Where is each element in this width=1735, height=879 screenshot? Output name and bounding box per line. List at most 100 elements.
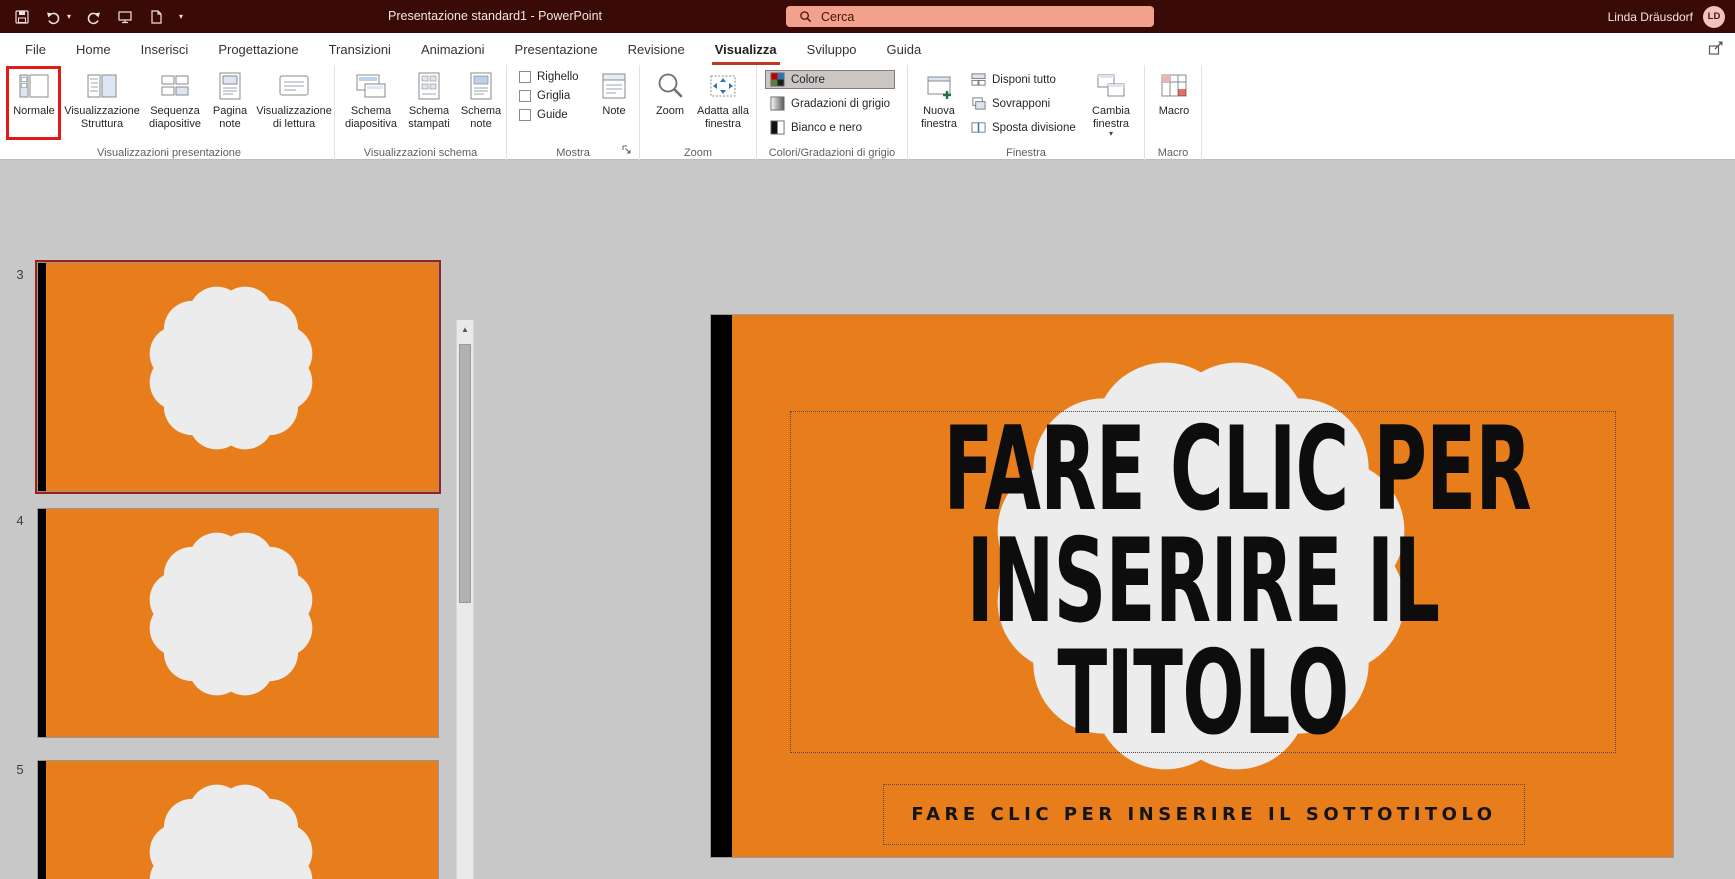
pagina-note-button[interactable]: Pagina note [208, 68, 252, 140]
reading-view-icon [278, 68, 310, 104]
tab-revisione[interactable]: Revisione [613, 33, 700, 65]
zoom-icon [654, 68, 686, 104]
subtitle-placeholder[interactable]: FARE CLIC PER INSERIRE IL SOTTOTITOLO [883, 784, 1525, 845]
note-button[interactable]: Note [595, 68, 633, 140]
tab-sviluppo[interactable]: Sviluppo [792, 33, 872, 65]
tab-home[interactable]: Home [61, 33, 126, 65]
group-label: Visualizzazioni schema [363, 147, 478, 159]
tab-file[interactable]: File [10, 33, 61, 65]
slide-number: 4 [16, 513, 24, 528]
cambia-finestra-button[interactable]: Cambia finestra ▾ [1084, 68, 1138, 140]
ribbon: Normale Visualizzazione Struttura Sequen… [0, 65, 1735, 160]
thumbnail-scrollbar[interactable]: ▲ [456, 320, 474, 879]
tab-guida[interactable]: Guida [872, 33, 937, 65]
sposta-divisione-button[interactable]: Sposta divisione [966, 118, 1081, 137]
powerpoint-window: ▾ ▾ Presentazione standard1 - PowerPoint… [0, 0, 1735, 879]
zoom-button[interactable]: Zoom [648, 68, 692, 140]
checkbox-icon [519, 109, 531, 121]
schema-note-button[interactable]: Schema note [459, 68, 503, 140]
black-white-icon [770, 120, 785, 135]
visualizzazione-di-lettura-button[interactable]: Visualizzazione di lettura [254, 68, 334, 140]
ribbon-tabs: File Home Inserisci Progettazione Transi… [0, 33, 1735, 65]
chevron-down-icon: ▾ [1108, 129, 1113, 138]
tab-inserisci[interactable]: Inserisci [126, 33, 204, 65]
group-label: Mostra [556, 147, 590, 159]
save-icon[interactable] [14, 9, 30, 25]
macro-icon [1158, 68, 1190, 104]
group-visualizzazioni-presentazione: Normale Visualizzazione Struttura Sequen… [4, 65, 335, 160]
switch-window-icon [1095, 68, 1127, 104]
notes-master-icon [465, 68, 497, 104]
griglia-checkbox[interactable]: Griglia [519, 90, 579, 102]
qat-customize-icon[interactable]: ▾ [179, 12, 183, 21]
group-mostra: Righello Griglia Guide Note Mostra [507, 65, 640, 160]
slide-sorter-icon [159, 68, 191, 104]
tab-animazioni[interactable]: Animazioni [406, 33, 500, 65]
bianco-e-nero-button[interactable]: Bianco e nero [765, 118, 895, 137]
group-label: Zoom [683, 147, 713, 159]
checkbox-icon [519, 71, 531, 83]
righello-checkbox[interactable]: Righello [519, 71, 579, 83]
checkbox-icon [519, 90, 531, 102]
notes-icon [598, 68, 630, 104]
scroll-up-icon[interactable]: ▲ [457, 320, 473, 338]
normale-button[interactable]: Normale [9, 68, 59, 140]
grayscale-icon [770, 96, 785, 111]
group-macro: Macro Macro [1145, 65, 1202, 160]
slide-stripe [38, 761, 47, 879]
sequenza-diapositive-button[interactable]: Sequenza diapositive [144, 68, 206, 140]
handout-master-icon [413, 68, 445, 104]
group-colori: Colore Gradazioni di grigio Bianco e ner… [757, 65, 908, 160]
visualizzazione-struttura-button[interactable]: Visualizzazione Struttura [62, 68, 142, 140]
colore-button[interactable]: Colore [765, 70, 896, 89]
undo-icon[interactable] [45, 9, 61, 25]
scrollbar-thumb[interactable] [459, 344, 471, 603]
tab-visualizza[interactable]: Visualizza [700, 33, 792, 65]
notes-page-icon [214, 68, 246, 104]
redo-icon[interactable] [86, 9, 102, 25]
new-document-icon[interactable] [148, 9, 164, 25]
tab-presentazione[interactable]: Presentazione [500, 33, 613, 65]
slide-thumbnail-selected[interactable] [35, 260, 441, 494]
search-icon [799, 10, 812, 23]
tab-transizioni[interactable]: Transizioni [314, 33, 406, 65]
group-label: Finestra [1006, 147, 1046, 159]
sovrapponi-button[interactable]: Sovrapponi [966, 94, 1081, 113]
slide-thumbnail[interactable] [37, 508, 439, 738]
cascade-icon [971, 96, 986, 111]
workspace: 3 4 5 ▲ FARE CLIC PER INSERIRE IL TITOLO… [0, 160, 1735, 879]
group-finestra: Nuova finestra Disponi tutto Sovrapponi [908, 65, 1145, 160]
tab-progettazione[interactable]: Progettazione [203, 33, 313, 65]
title-placeholder[interactable]: FARE CLIC PER INSERIRE IL TITOLO [790, 411, 1616, 753]
seal-badge [149, 784, 313, 879]
slide-master-icon [355, 68, 387, 104]
group-zoom: Zoom Adatta alla finestra Zoom [640, 65, 757, 160]
seal-badge [149, 532, 313, 696]
slide-thumbnail[interactable] [37, 760, 439, 879]
outline-view-icon [86, 68, 118, 104]
search-input[interactable]: Cerca [786, 6, 1154, 27]
titlebar: ▾ ▾ Presentazione standard1 - PowerPoint… [0, 0, 1735, 33]
undo-dropdown-icon[interactable]: ▾ [67, 12, 71, 21]
user-name: Linda Dräusdorf [1607, 9, 1693, 24]
start-presentation-icon[interactable] [117, 9, 133, 25]
guide-checkbox[interactable]: Guide [519, 109, 579, 121]
schema-stampati-button[interactable]: Schema stampati [401, 68, 457, 140]
adatta-alla-finestra-button[interactable]: Adatta alla finestra [694, 68, 752, 140]
seal-badge [149, 286, 313, 450]
move-split-icon [971, 120, 986, 135]
nuova-finestra-button[interactable]: Nuova finestra [916, 68, 962, 140]
avatar[interactable]: LD [1703, 5, 1725, 28]
mostra-checkboxes: Righello Griglia Guide [519, 71, 579, 121]
schema-diapositiva-button[interactable]: Schema diapositiva [343, 68, 399, 140]
disponi-tutto-button[interactable]: Disponi tutto [966, 70, 1081, 89]
share-icon[interactable] [1707, 33, 1725, 65]
arrange-all-icon [971, 72, 986, 87]
group-visualizzazioni-schema: Schema diapositiva Schema stampati Schem… [335, 65, 507, 160]
group-label: Colori/Gradazioni di grigio [768, 147, 896, 159]
macro-button[interactable]: Macro [1153, 68, 1195, 140]
gradazioni-di-grigio-button[interactable]: Gradazioni di grigio [765, 94, 895, 113]
slide-canvas[interactable]: FARE CLIC PER INSERIRE IL TITOLO FARE CL… [710, 314, 1674, 858]
color-icon [770, 72, 785, 87]
group-label: Visualizzazioni presentazione [96, 147, 242, 159]
